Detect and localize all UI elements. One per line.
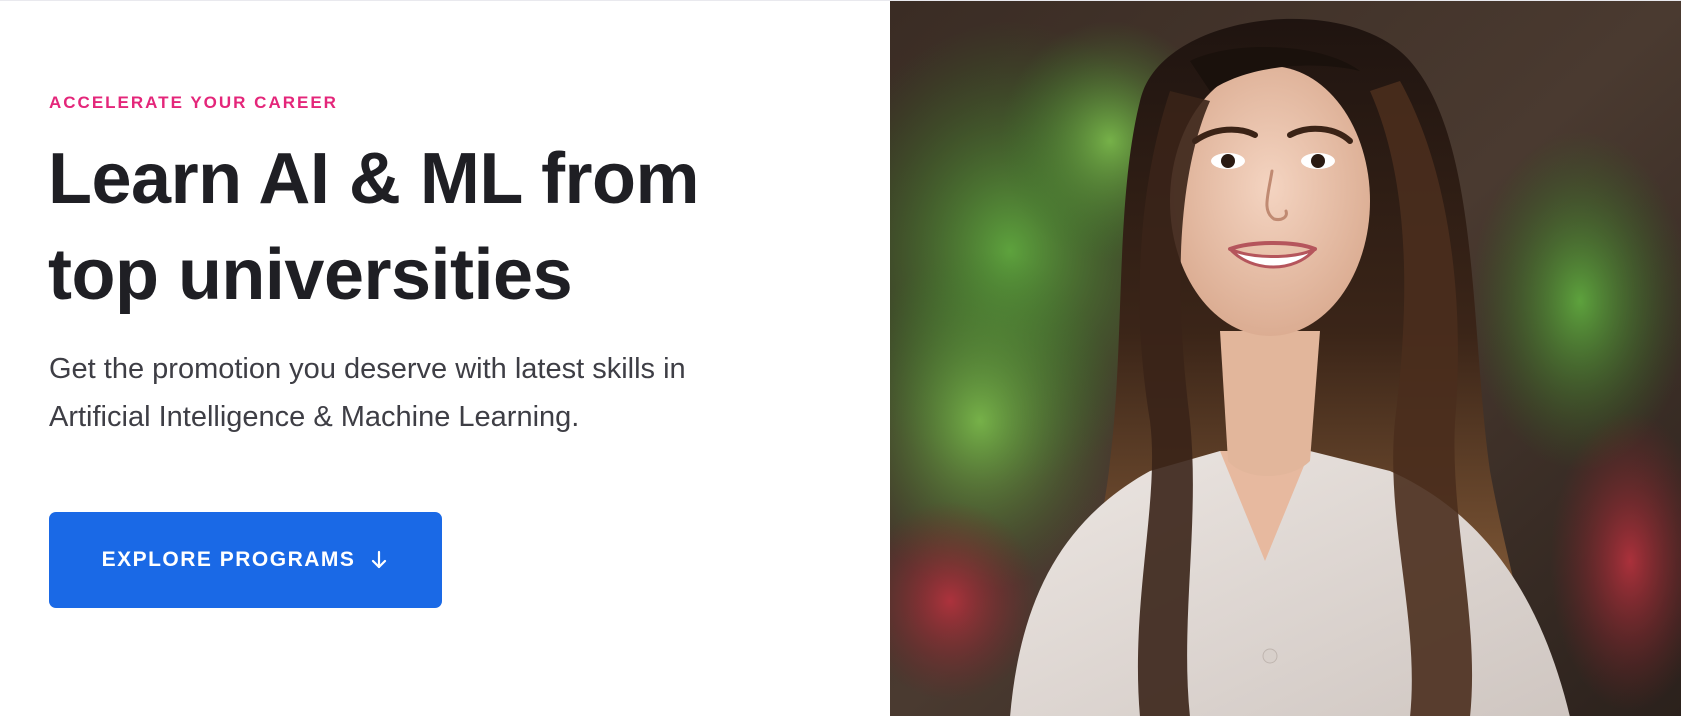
arrow-down-icon: [369, 550, 389, 570]
explore-programs-label: EXPLORE PROGRAMS: [101, 548, 356, 571]
hero-subtext: Get the promotion you deserve with lates…: [49, 345, 849, 441]
hero-subtext-line-2: Artificial Intelligence & Machine Learni…: [49, 401, 580, 433]
hero-photo: [890, 1, 1681, 716]
hero-headline-line-2: top universities: [48, 235, 573, 315]
explore-programs-button[interactable]: EXPLORE PROGRAMS: [49, 512, 442, 608]
eyebrow-label: ACCELERATE YOUR CAREER: [49, 93, 338, 112]
hero-subtext-line-1: Get the promotion you deserve with lates…: [49, 353, 686, 385]
hero-headline-line-1: Learn AI & ML from: [48, 139, 700, 219]
hero-text-panel: ACCELERATE YOUR CAREER Learn AI & ML fro…: [0, 1, 890, 716]
student-portrait-image: [890, 1, 1681, 716]
hero-headline: Learn AI & ML from top universities: [48, 131, 848, 323]
hero-section: ACCELERATE YOUR CAREER Learn AI & ML fro…: [0, 0, 1681, 716]
